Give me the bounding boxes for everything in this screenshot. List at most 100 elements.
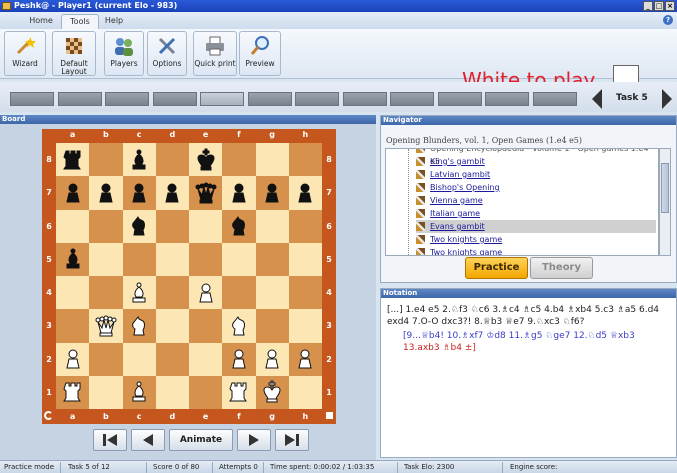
tab-tools[interactable]: Tools bbox=[61, 14, 99, 29]
variation-moves[interactable]: [9...♕b4! 10.♗xf7 ♔d8 11.♗g5 ♘ge7 12.♘d5… bbox=[403, 330, 673, 354]
default-layout-button[interactable]: Default Layout bbox=[52, 31, 96, 76]
list-item[interactable]: King's gambit bbox=[416, 155, 485, 168]
black-pawn-icon[interactable] bbox=[89, 176, 122, 209]
list-item-selected[interactable]: Evans gambit bbox=[416, 220, 656, 233]
black-pawn-icon[interactable] bbox=[56, 176, 89, 209]
white-bishop-icon[interactable] bbox=[123, 276, 156, 309]
black-queen-icon[interactable] bbox=[189, 176, 222, 209]
task-segment-current[interactable] bbox=[200, 92, 244, 106]
white-pawn-icon[interactable] bbox=[289, 343, 322, 376]
black-knight-icon[interactable] bbox=[222, 210, 255, 243]
board-square[interactable] bbox=[189, 209, 223, 243]
help-icon[interactable]: ? bbox=[663, 15, 673, 25]
board-square[interactable] bbox=[288, 276, 322, 310]
minimize-button[interactable]: _ bbox=[643, 1, 653, 11]
board-square[interactable] bbox=[255, 276, 289, 310]
white-rook-icon[interactable] bbox=[56, 376, 89, 409]
list-item[interactable]: Vienna game bbox=[416, 194, 483, 207]
prev-move-button[interactable] bbox=[131, 429, 165, 451]
black-bishop-icon[interactable] bbox=[56, 243, 89, 276]
chess-board[interactable] bbox=[56, 143, 322, 409]
board-square[interactable] bbox=[155, 242, 189, 276]
task-segment[interactable] bbox=[437, 92, 482, 106]
board-square[interactable] bbox=[288, 375, 322, 409]
board-square[interactable] bbox=[89, 375, 123, 409]
flip-board-icon[interactable] bbox=[44, 411, 53, 420]
tab-home[interactable]: Home bbox=[22, 14, 60, 29]
board-square[interactable] bbox=[255, 309, 289, 343]
board-square[interactable] bbox=[89, 242, 123, 276]
board-square[interactable] bbox=[255, 209, 289, 243]
task-segment[interactable] bbox=[390, 92, 434, 106]
board-square[interactable] bbox=[288, 143, 322, 177]
black-pawn-icon[interactable] bbox=[256, 176, 289, 209]
task-segment[interactable] bbox=[57, 92, 102, 106]
list-item[interactable]: Bishop's Opening bbox=[416, 181, 500, 194]
task-segment[interactable] bbox=[105, 92, 149, 106]
black-pawn-icon[interactable] bbox=[156, 176, 189, 209]
board-square[interactable] bbox=[122, 242, 156, 276]
list-item[interactable]: Two knights game bbox=[416, 246, 502, 255]
opening-tree[interactable]: Opening Encyclopaedia - Volume 1 - Open … bbox=[385, 148, 659, 256]
board-square[interactable] bbox=[122, 342, 156, 376]
board-square[interactable] bbox=[255, 143, 289, 177]
list-item[interactable]: Italian game bbox=[416, 207, 480, 220]
close-button[interactable]: × bbox=[665, 1, 675, 11]
list-item[interactable]: Opening Encyclopaedia - Volume 1 - Open … bbox=[416, 149, 658, 166]
task-segment[interactable] bbox=[10, 92, 54, 106]
prev-task-icon[interactable] bbox=[592, 89, 602, 109]
task-segment[interactable] bbox=[485, 92, 529, 106]
white-queen-icon[interactable] bbox=[89, 309, 122, 342]
task-segment[interactable] bbox=[295, 92, 339, 106]
board-square[interactable] bbox=[255, 242, 289, 276]
board-square[interactable] bbox=[288, 242, 322, 276]
task-segment[interactable] bbox=[532, 92, 577, 106]
black-rook-icon[interactable] bbox=[56, 143, 89, 176]
board-square[interactable] bbox=[189, 375, 223, 409]
theory-button[interactable]: Theory bbox=[530, 257, 593, 279]
last-move-button[interactable] bbox=[275, 429, 309, 451]
board-square[interactable] bbox=[155, 276, 189, 310]
task-segment[interactable] bbox=[247, 92, 292, 106]
white-knight-icon[interactable] bbox=[222, 309, 255, 342]
black-pawn-icon[interactable] bbox=[289, 176, 322, 209]
practice-button[interactable]: Practice bbox=[465, 257, 528, 279]
board-square[interactable] bbox=[288, 309, 322, 343]
white-rook-icon[interactable] bbox=[222, 376, 255, 409]
board-square[interactable] bbox=[189, 242, 223, 276]
next-move-button[interactable] bbox=[237, 429, 271, 451]
tab-help[interactable]: Help bbox=[100, 14, 128, 29]
board-square[interactable] bbox=[155, 375, 189, 409]
task-segment[interactable] bbox=[342, 92, 387, 106]
board-square[interactable] bbox=[222, 242, 256, 276]
board-square[interactable] bbox=[155, 309, 189, 343]
white-pawn-icon[interactable] bbox=[222, 343, 255, 376]
board-square[interactable] bbox=[89, 209, 123, 243]
next-task-icon[interactable] bbox=[662, 89, 672, 109]
board-square[interactable] bbox=[288, 209, 322, 243]
white-king-icon[interactable] bbox=[256, 376, 289, 409]
list-item[interactable]: Two knights game bbox=[416, 233, 502, 246]
first-move-button[interactable] bbox=[93, 429, 127, 451]
list-item[interactable]: Latvian gambit bbox=[416, 168, 490, 181]
board-square[interactable] bbox=[222, 276, 256, 310]
black-king-icon[interactable] bbox=[189, 143, 222, 176]
task-segment[interactable] bbox=[152, 92, 197, 106]
players-button[interactable]: Players bbox=[104, 31, 144, 76]
board-square[interactable] bbox=[155, 143, 189, 177]
animate-button[interactable]: Animate bbox=[169, 429, 233, 451]
board-square[interactable] bbox=[189, 309, 223, 343]
white-pawn-icon[interactable] bbox=[56, 343, 89, 376]
board-square[interactable] bbox=[56, 209, 90, 243]
scrollbar-thumb[interactable] bbox=[661, 163, 669, 213]
white-pawn-icon[interactable] bbox=[189, 276, 222, 309]
board-square[interactable] bbox=[89, 342, 123, 376]
preview-button[interactable]: Preview bbox=[239, 31, 281, 76]
main-line-moves[interactable]: [...] 1.e4 e5 2.♘f3 ♘c6 3.♗c4 ♗c5 4.b4 ♗… bbox=[387, 304, 673, 328]
board-square[interactable] bbox=[56, 276, 90, 310]
quick-print-button[interactable]: Quick print bbox=[193, 31, 237, 76]
navigator-scrollbar[interactable] bbox=[659, 148, 671, 256]
white-knight-icon[interactable] bbox=[123, 309, 156, 342]
black-pawn-icon[interactable] bbox=[123, 176, 156, 209]
board-square[interactable] bbox=[89, 143, 123, 177]
